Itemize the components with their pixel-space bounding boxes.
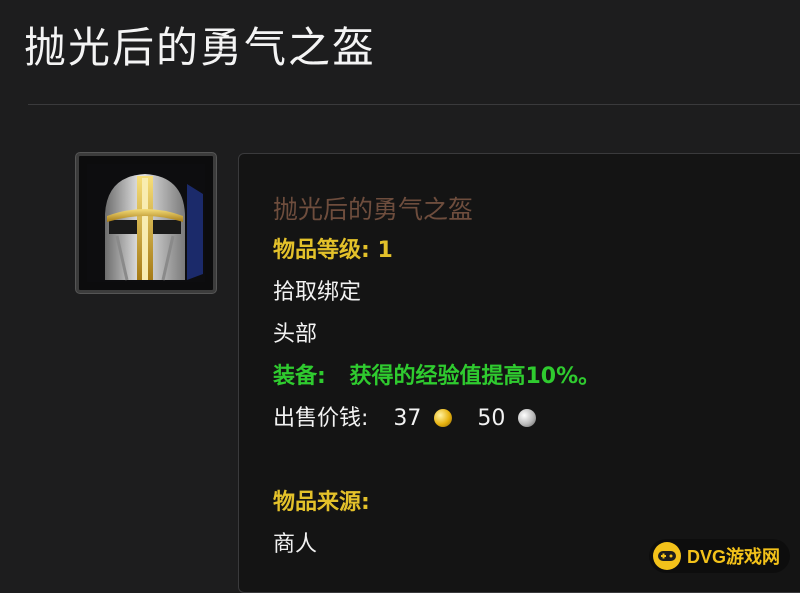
item-equip-row: 装备: 获得的经验值提高10%。 bbox=[273, 358, 600, 390]
item-sell-row: 出售价钱: 37 50 bbox=[273, 400, 537, 432]
item-equip-label: 装备: bbox=[273, 364, 326, 389]
title-divider bbox=[28, 104, 800, 105]
silver-coin-icon bbox=[518, 409, 537, 427]
item-slot: 头部 bbox=[273, 322, 318, 347]
item-name: 抛光后的勇气之盔 bbox=[273, 195, 474, 224]
item-source-value: 商人 bbox=[273, 532, 318, 557]
item-sell-label: 出售价钱: bbox=[273, 406, 369, 431]
watermark: DVG游戏网 bbox=[648, 539, 790, 573]
item-sell-gold: 37 bbox=[393, 406, 422, 431]
page-title: 抛光后的勇气之盔 bbox=[24, 23, 377, 72]
item-sell-silver: 50 bbox=[477, 406, 506, 431]
item-level-value: 1 bbox=[377, 238, 393, 263]
helmet-icon bbox=[87, 164, 205, 282]
item-icon-frame[interactable] bbox=[76, 153, 216, 293]
gamepad-icon bbox=[652, 542, 681, 570]
item-source-label: 物品来源: bbox=[273, 490, 370, 515]
gold-coin-icon bbox=[434, 409, 453, 427]
item-level-label: 物品等级: bbox=[273, 238, 370, 263]
item-binding: 拾取绑定 bbox=[273, 280, 362, 305]
item-tooltip: 抛光后的勇气之盔 物品等级: 1 拾取绑定 头部 装备: 获得的经验值提高10%… bbox=[238, 153, 800, 593]
watermark-text: DVG游戏网 bbox=[686, 547, 780, 567]
item-equip-text: 获得的经验值提高10%。 bbox=[349, 364, 601, 389]
item-level-row: 物品等级: 1 bbox=[273, 232, 393, 264]
